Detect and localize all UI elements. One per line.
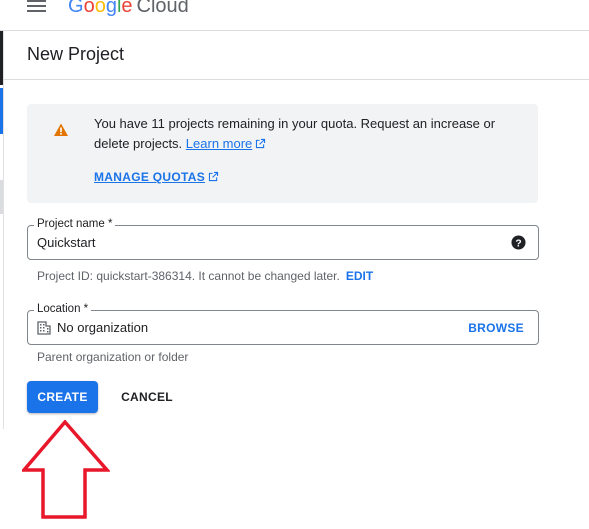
browse-button[interactable]: BROWSE <box>468 321 524 335</box>
external-link-icon <box>256 138 266 149</box>
quota-message: You have 11 projects remaining in your q… <box>94 114 514 154</box>
svg-text:?: ? <box>515 238 521 249</box>
title-divider <box>4 79 589 80</box>
left-divider <box>3 31 4 429</box>
logo-cloud: Cloud <box>136 0 189 17</box>
top-bar: Google Cloud <box>0 0 589 31</box>
help-icon[interactable]: ? <box>511 235 526 250</box>
cancel-button[interactable]: CANCEL <box>110 381 184 413</box>
page-title: New Project <box>27 44 125 64</box>
logo-google: Google <box>68 0 133 17</box>
google-cloud-logo[interactable]: Google Cloud <box>68 0 189 18</box>
external-link-icon <box>208 171 219 182</box>
learn-more-link[interactable]: Learn more <box>186 136 252 151</box>
quota-notice: You have 11 projects remaining in your q… <box>27 104 538 203</box>
project-id-hint: Project ID: quickstart-386314. It cannot… <box>37 269 373 283</box>
warning-icon <box>54 123 68 136</box>
manage-quotas-link[interactable]: MANAGE QUOTAS <box>94 170 219 184</box>
location-field[interactable]: Location * No organization BROWSE <box>27 303 539 345</box>
project-name-label: Project name * <box>34 218 116 230</box>
quota-text: You have 11 projects remaining in your q… <box>94 116 496 151</box>
manage-quotas-label[interactable]: MANAGE QUOTAS <box>94 170 205 184</box>
red-arrow-annotation <box>22 420 110 519</box>
project-name-input[interactable]: Quickstart <box>37 235 96 250</box>
location-hint: Parent organization or folder <box>37 350 189 364</box>
building-icon <box>37 321 51 335</box>
edit-project-id-button[interactable]: EDIT <box>346 269 373 283</box>
menu-icon[interactable] <box>27 0 47 14</box>
location-value: No organization <box>57 320 149 335</box>
project-name-field[interactable]: Project name * Quickstart ? <box>27 218 539 260</box>
create-button[interactable]: CREATE <box>27 381 98 413</box>
project-id-text: Project ID: quickstart-386314. It cannot… <box>37 269 340 283</box>
location-label: Location * <box>34 303 92 315</box>
